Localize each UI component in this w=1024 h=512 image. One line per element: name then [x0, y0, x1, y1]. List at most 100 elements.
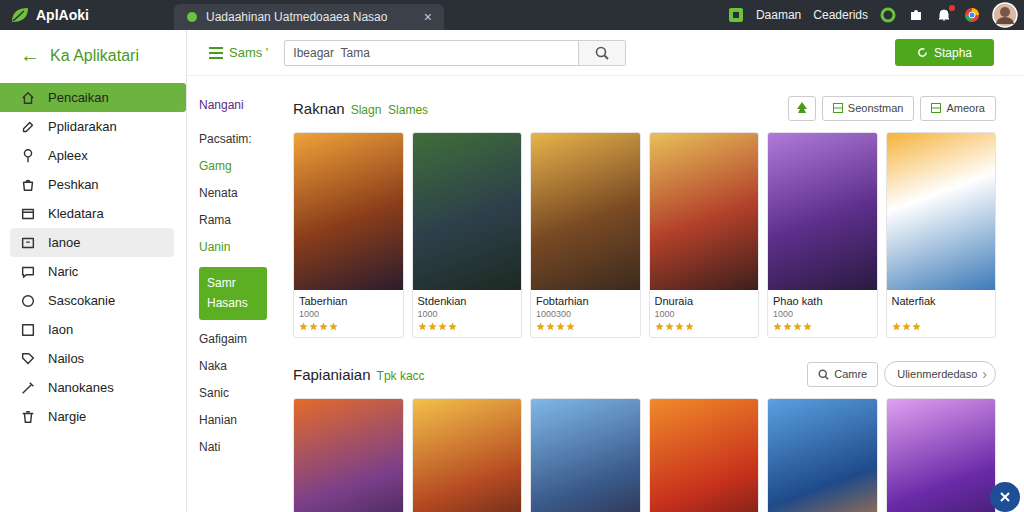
game-card[interactable]: Fobtarhian 1000300	[530, 132, 641, 338]
game-card[interactable]: Taberhian1000	[293, 132, 404, 338]
sidebar-item[interactable]: Ianoe	[10, 228, 174, 257]
game-card[interactable]	[530, 398, 641, 512]
sidebar-item[interactable]: Pplidarakan	[0, 112, 186, 141]
logo-text: AplAoki	[36, 7, 89, 23]
game-card[interactable]: Phao kath1000	[767, 132, 878, 338]
card-grid	[293, 398, 996, 512]
browser-tab[interactable]: Uadaahinan Uatmedoaaea Nasao×	[174, 4, 444, 30]
section-button[interactable]: Seonstman	[822, 96, 915, 121]
game-cover	[294, 133, 403, 290]
game-price: 1000300	[536, 309, 635, 320]
logo[interactable]: AplAoki	[10, 6, 160, 24]
game-cover	[768, 133, 877, 290]
sidebar-item[interactable]: Kledatara	[0, 199, 186, 228]
star-rating	[299, 322, 398, 331]
game-title: Fobtarhian	[536, 295, 635, 307]
puzzle-icon[interactable]	[908, 7, 924, 23]
star-icon	[428, 322, 437, 331]
sidebar-item-label: Iaon	[48, 322, 73, 337]
sidebar-item-label: Naric	[48, 264, 78, 279]
game-cover	[531, 399, 640, 512]
sidebar-item-label: Apleex	[48, 148, 88, 163]
game-card[interactable]: Naterfiak	[886, 132, 997, 338]
primary-button[interactable]: Stapha	[895, 39, 994, 66]
category-item[interactable]: Gafigaim	[199, 332, 279, 359]
menu-item-icon	[20, 264, 36, 280]
game-card[interactable]	[767, 398, 878, 512]
sidebar-list: PencaikanPplidarakan Apleex Peshkan Kledata…	[0, 81, 186, 431]
search-field[interactable]: Ibeagar Tama	[284, 40, 626, 66]
category-item[interactable]: Naka	[199, 359, 279, 386]
category-item[interactable]: Sanic	[199, 386, 279, 413]
sidebar-header[interactable]: ←Ka Aplikatari	[0, 30, 186, 81]
category-item[interactable]: Pacsatim:	[199, 132, 279, 159]
sidebar-item[interactable]: Naric	[0, 257, 186, 286]
game-card[interactable]	[886, 398, 997, 512]
star-rating	[655, 322, 754, 331]
card-body: Dnuraia1000	[650, 290, 759, 337]
main-area: Sams 'Ibeagar TamaStaphaNanganiPacsatim:…	[187, 30, 1024, 512]
refresh-icon	[917, 47, 928, 58]
sort-dropdown[interactable]: Ulienmerdedaso›	[884, 361, 996, 387]
sidebar-item[interactable]: Iaon	[0, 315, 186, 344]
category-item[interactable]: Nati	[199, 440, 279, 467]
star-icon	[319, 322, 328, 331]
menu-item-icon	[20, 351, 36, 367]
star-rating	[536, 322, 635, 331]
floating-help-button[interactable]	[990, 482, 1020, 512]
star-icon	[892, 322, 901, 331]
sidebar-item-label: Kledatara	[48, 206, 104, 221]
menu-item-icon	[20, 380, 36, 396]
category-item[interactable]: Gamg	[199, 159, 279, 186]
category-item[interactable]: Nenata	[199, 186, 279, 213]
game-card[interactable]	[649, 398, 760, 512]
star-icon	[773, 322, 782, 331]
toolbar: Sams ' Ibeagar Tama Stapha	[187, 30, 1024, 76]
section-button[interactable]: Ameora	[920, 96, 996, 121]
filter-button[interactable]	[788, 96, 816, 121]
sidebar-item[interactable]: Nailos	[0, 344, 186, 373]
sidebar-item[interactable]: Sascokanie	[0, 286, 186, 315]
game-cover	[294, 399, 403, 512]
category-item[interactable]: Uanin	[199, 240, 279, 267]
sidebar-item[interactable]: Peshkan	[0, 170, 186, 199]
game-cover	[650, 133, 759, 290]
game-card[interactable]: Dnuraia1000	[649, 132, 760, 338]
top-link[interactable]: Daaman	[756, 8, 801, 22]
back-arrow[interactable]: ←	[20, 44, 40, 67]
game-card[interactable]	[293, 398, 404, 512]
section-search[interactable]: Camre	[807, 362, 878, 387]
category-item[interactable]: Samr Hasans	[199, 267, 267, 320]
app-grid-icon[interactable]	[728, 7, 744, 23]
avatar-icon[interactable]	[992, 2, 1018, 28]
category-item[interactable]: Hanian	[199, 413, 279, 440]
card-body: Fobtarhian 1000300	[531, 290, 640, 337]
sidebar-item[interactable]: Nargie	[0, 402, 186, 431]
game-title: Phao kath	[773, 295, 872, 307]
browser-icon[interactable]	[964, 7, 980, 23]
sidebar-item[interactable]: Apleex	[0, 141, 186, 170]
section-actions: SeonstmanAmeora	[788, 96, 996, 121]
top-link[interactable]: Ceaderids	[813, 8, 868, 22]
menu-button[interactable]: Sams '	[209, 45, 268, 60]
status-circle-icon[interactable]	[880, 7, 896, 23]
game-card[interactable]: Stdenkian1000	[412, 132, 523, 338]
star-icon	[418, 322, 427, 331]
game-card[interactable]	[412, 398, 523, 512]
sidebar-item-label: Nargie	[48, 409, 86, 424]
tab-close-button[interactable]: ×	[424, 9, 432, 25]
category-item[interactable]: Rama	[199, 213, 279, 240]
sidebar-item[interactable]: Nanokanes	[0, 373, 186, 402]
top-actions: Daaman Ceaderids	[728, 2, 1018, 28]
magnifier-icon	[818, 369, 829, 380]
star-rating	[773, 322, 872, 331]
search-button[interactable]	[578, 41, 625, 65]
sidebar-item-label: Nailos	[48, 351, 84, 366]
sidebar-item[interactable]: Pencaikan	[0, 83, 186, 112]
notifications[interactable]	[936, 7, 952, 23]
sidebar-item-label: Peshkan	[48, 177, 99, 192]
leaf-logo-icon	[10, 6, 30, 24]
menu-item-icon	[20, 177, 36, 193]
sidebar-item-label: Ianoe	[48, 235, 81, 250]
site-icon	[186, 11, 198, 23]
